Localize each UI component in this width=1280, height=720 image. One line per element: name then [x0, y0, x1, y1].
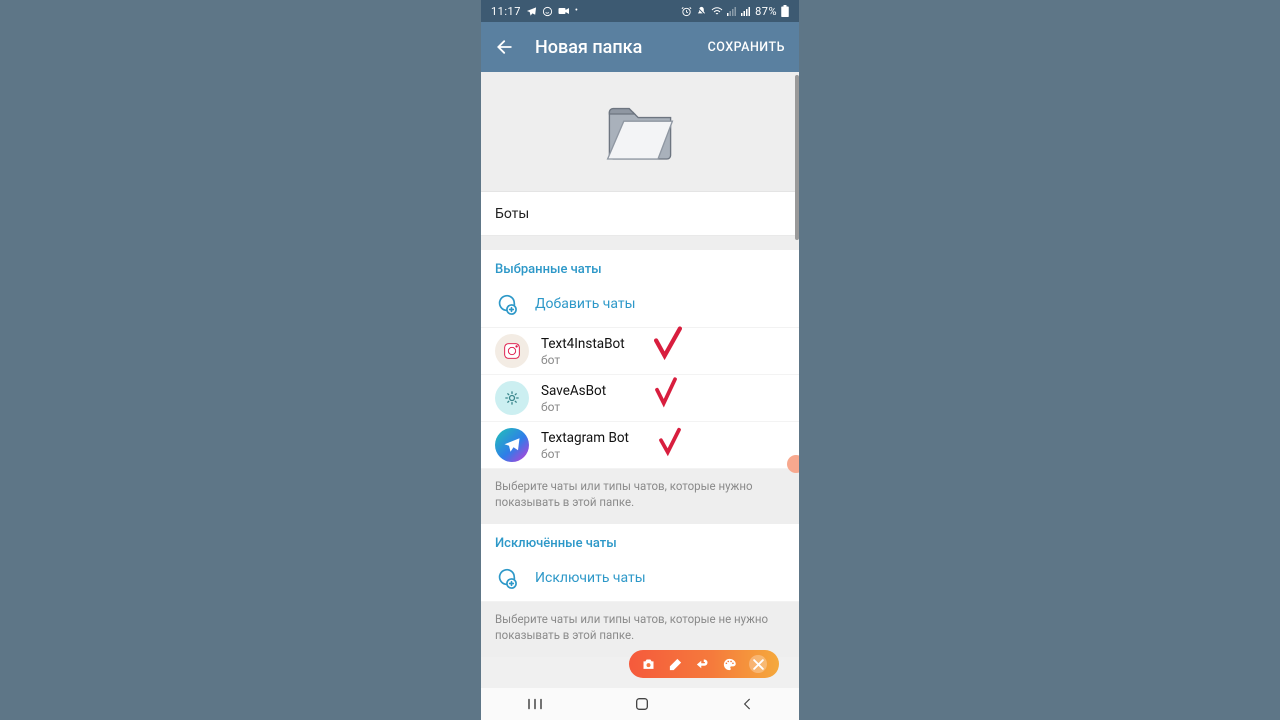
back-nav-button[interactable]	[740, 697, 754, 711]
undo-icon[interactable]	[695, 657, 710, 672]
chat-add-icon	[495, 293, 517, 315]
exclude-chats-label: Исключить чаты	[535, 570, 646, 586]
camera-icon[interactable]	[641, 657, 656, 672]
folder-hero	[481, 72, 799, 192]
chat-row-saveasbot[interactable]: SaveAsBot бот	[481, 375, 799, 422]
battery-icon	[781, 5, 789, 17]
home-button[interactable]	[634, 696, 650, 712]
alarm-icon	[681, 6, 692, 17]
mute-icon	[696, 6, 707, 17]
chat-sub: бот	[541, 353, 625, 367]
signal2-icon	[741, 6, 751, 16]
chat-add-icon	[495, 567, 517, 589]
wifi-icon	[711, 6, 723, 16]
text4insta-avatar-icon	[501, 340, 523, 362]
folder-name-input[interactable]: Боты	[481, 192, 799, 236]
exclude-chats-button[interactable]: Исключить чаты	[481, 559, 799, 602]
scrollbar[interactable]	[795, 75, 799, 240]
chat-sub: бот	[541, 447, 629, 461]
app-bar: Новая папка СОХРАНИТЬ	[481, 22, 799, 72]
annotation-toolbar	[629, 650, 779, 678]
folder-icon	[604, 99, 676, 165]
close-annotation-button[interactable]	[749, 655, 767, 673]
chat-name: SaveAsBot	[541, 383, 606, 399]
selected-hint: Выберите чаты или типы чатов, которые ну…	[481, 469, 799, 524]
chat-name: Textagram Bot	[541, 430, 629, 446]
page-title: Новая папка	[535, 37, 642, 58]
status-time: 11:17	[491, 5, 521, 18]
annotation-check-icon	[651, 373, 681, 411]
annotation-check-icon	[651, 323, 685, 363]
status-bar: 11:17 • 87%	[481, 0, 799, 22]
back-icon[interactable]	[495, 37, 515, 57]
eraser-icon[interactable]	[668, 657, 683, 672]
status-battery-text: 87%	[755, 5, 777, 18]
more-icon: •	[575, 6, 579, 16]
whatsapp-icon	[542, 6, 553, 17]
recents-button[interactable]	[526, 697, 544, 711]
close-icon	[751, 657, 766, 672]
excluded-hint: Выберите чаты или типы чатов, которые не…	[481, 602, 799, 657]
save-button[interactable]: СОХРАНИТЬ	[708, 40, 785, 55]
annotation-check-icon	[655, 422, 685, 460]
chat-sub: бот	[541, 400, 606, 414]
textagram-avatar-icon	[503, 436, 521, 454]
chat-row-text4insta[interactable]: Text4InstaBot бот	[481, 328, 799, 375]
signal1-icon	[727, 6, 737, 16]
palette-icon[interactable]	[722, 657, 737, 672]
phone-frame: 11:17 • 87% Новая папка СОХРАНИТЬ	[481, 0, 799, 720]
section-gap	[481, 236, 799, 250]
chat-name: Text4InstaBot	[541, 336, 625, 352]
video-icon	[558, 6, 570, 16]
selected-chats-header: Выбранные чаты	[481, 250, 799, 285]
saveasbot-avatar-icon	[502, 388, 522, 408]
add-chats-label: Добавить чаты	[535, 296, 636, 312]
excluded-chats-header: Исключённые чаты	[481, 524, 799, 559]
add-chats-button[interactable]: Добавить чаты	[481, 285, 799, 328]
chat-row-textagram[interactable]: Textagram Bot бот	[481, 422, 799, 469]
android-nav-bar	[481, 688, 799, 720]
telegram-icon	[526, 6, 537, 17]
folder-name-value: Боты	[495, 206, 529, 222]
side-bubble-icon[interactable]	[787, 455, 799, 473]
